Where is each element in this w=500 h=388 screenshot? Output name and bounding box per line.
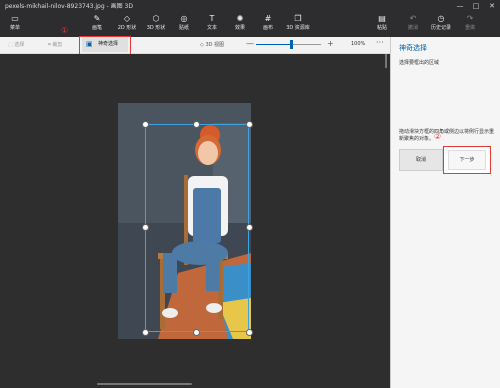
vertical-scrollbar[interactable] bbox=[385, 54, 387, 68]
minimize-button[interactable]: — bbox=[452, 0, 468, 13]
panel-title: 神奇选择 bbox=[399, 44, 427, 52]
next-button[interactable]: 下一步 bbox=[448, 150, 486, 170]
effects-button[interactable]: ✺ 效果 bbox=[225, 14, 255, 32]
panel-subtitle: 选择要框出的区域 bbox=[399, 60, 440, 66]
text-icon: T bbox=[209, 14, 215, 23]
annotation-highlight-next: 下一步 bbox=[443, 146, 491, 174]
menu-button[interactable]: ▭ 菜单 bbox=[0, 14, 30, 32]
zoom-slider-fill bbox=[256, 44, 292, 45]
library-3d-button[interactable]: ❒ 3D 资源库 bbox=[283, 14, 313, 32]
close-button[interactable]: ✕ bbox=[484, 0, 500, 13]
text-button[interactable]: T 文本 bbox=[197, 14, 227, 32]
handle-top-right[interactable] bbox=[246, 121, 253, 128]
handle-bottom-left[interactable] bbox=[142, 329, 149, 336]
stickers-button[interactable]: ◎ 贴纸 bbox=[169, 14, 199, 32]
select-tool[interactable]: ⬚ 选择 bbox=[8, 41, 24, 48]
window-title: pexels-mikhail-nilov-8923743.jpg - 画图 3D bbox=[5, 3, 133, 10]
paste-icon: ▤ bbox=[378, 14, 386, 23]
zoom-out-button[interactable]: — bbox=[246, 39, 254, 48]
handle-bottom-center[interactable] bbox=[193, 329, 200, 336]
redo-icon: ↷ bbox=[466, 14, 474, 23]
history-icon: ◷ bbox=[437, 14, 445, 23]
annotation-one: ① bbox=[61, 26, 69, 35]
brushes-button[interactable]: ✎ 画笔 bbox=[82, 14, 112, 32]
shapes-2d-icon: ◇ bbox=[123, 14, 131, 23]
handle-middle-left[interactable] bbox=[142, 224, 149, 231]
effects-icon: ✺ bbox=[236, 14, 244, 23]
folder-icon: ▭ bbox=[11, 14, 19, 23]
horizontal-scrollbar[interactable] bbox=[97, 383, 192, 385]
paste-button[interactable]: ▤ 粘贴 bbox=[367, 14, 397, 32]
window-controls: — □ ✕ bbox=[452, 0, 500, 13]
magic-select-frame[interactable] bbox=[145, 124, 249, 332]
handle-bottom-right[interactable] bbox=[246, 329, 253, 336]
title-bar: pexels-mikhail-nilov-8923743.jpg - 画图 3D… bbox=[0, 0, 500, 13]
sticker-icon: ◎ bbox=[180, 14, 188, 23]
handle-top-left[interactable] bbox=[142, 121, 149, 128]
zoom-slider-thumb[interactable] bbox=[290, 40, 293, 49]
more-options-button[interactable]: ··· bbox=[376, 38, 384, 47]
annotation-highlight-magic-select bbox=[79, 36, 131, 56]
ribbon-toolbar: ▭ 菜单 ✎ 画笔 ◇ 2D 形状 ⬡ 3D 形状 ◎ 贴纸 T 文本 ✺ 效果 # 画布 ❒ 3… bbox=[0, 13, 500, 37]
undo-icon: ↶ bbox=[409, 14, 417, 23]
crop-tool[interactable]: ⌗ 裁剪 bbox=[48, 41, 62, 48]
redo-button[interactable]: ↷ 重做 bbox=[455, 14, 485, 32]
canvas-icon: # bbox=[264, 14, 272, 23]
canvas-toolbar: ⬚ 选择 ⌗ 裁剪 ▣ 神奇选择 ◇ 3D 视图 — + 100% ··· bbox=[0, 37, 390, 54]
library-icon: ❒ bbox=[294, 14, 302, 23]
zoom-level[interactable]: 100% bbox=[351, 41, 365, 47]
shapes-3d-button[interactable]: ⬡ 3D 形状 bbox=[141, 14, 171, 32]
maximize-button[interactable]: □ bbox=[468, 0, 484, 13]
zoom-in-button[interactable]: + bbox=[327, 39, 334, 48]
side-panel: 神奇选择 选择要框出的区域 拖动滑块方框的四角或侧边以将例行显示重新聚焦的对象。 bbox=[390, 37, 500, 388]
history-button[interactable]: ◷ 历史记录 bbox=[426, 14, 456, 32]
cancel-button[interactable]: 取消 bbox=[399, 149, 443, 171]
undo-button[interactable]: ↶ 撤消 bbox=[398, 14, 428, 32]
shapes-2d-button[interactable]: ◇ 2D 形状 bbox=[112, 14, 142, 32]
annotation-two: ② bbox=[434, 132, 442, 141]
handle-top-center[interactable] bbox=[193, 121, 200, 128]
panel-hint: 拖动滑块方框的四角或侧边以将例行显示重新聚焦的对象。 bbox=[399, 129, 495, 142]
shapes-3d-icon: ⬡ bbox=[152, 14, 160, 23]
brush-icon: ✎ bbox=[93, 14, 101, 23]
canvas-button[interactable]: # 画布 bbox=[253, 14, 283, 32]
view-3d-toggle[interactable]: ◇ 3D 视图 bbox=[200, 41, 224, 48]
handle-middle-right[interactable] bbox=[246, 224, 253, 231]
